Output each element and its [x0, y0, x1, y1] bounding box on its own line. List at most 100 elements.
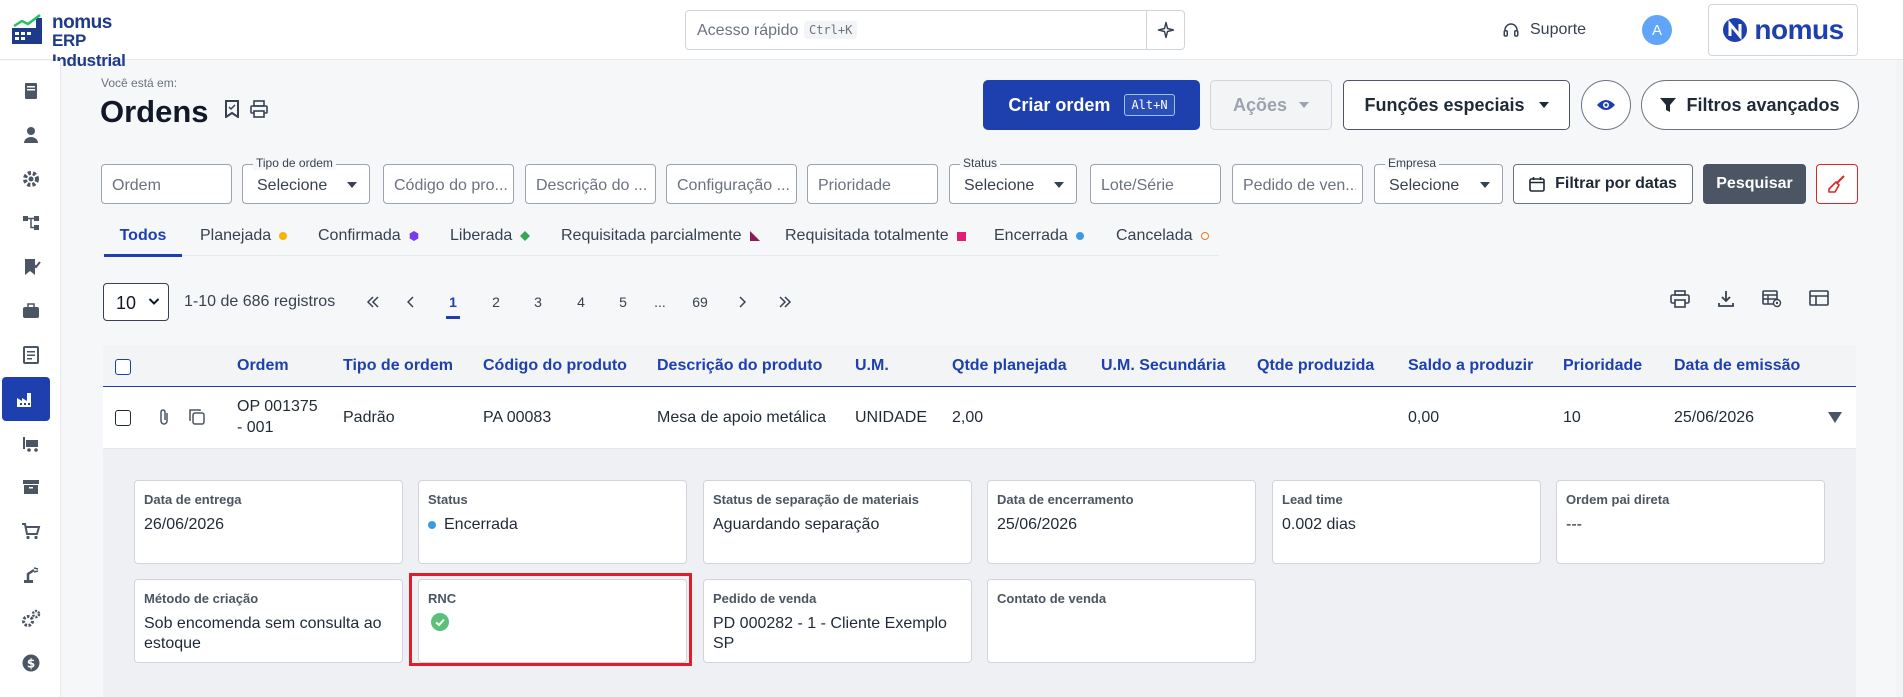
tab-cancelada[interactable]: Cancelada [1116, 216, 1209, 256]
sidebar-item-briefcase[interactable] [0, 289, 61, 333]
page-4[interactable]: 4 [566, 282, 596, 322]
briefcase-icon [22, 303, 39, 318]
print-icon[interactable] [250, 100, 268, 118]
download-icon[interactable] [1717, 290, 1735, 308]
next-page-button[interactable] [727, 282, 757, 322]
sidebar-item-logistics[interactable] [0, 421, 61, 465]
company-select[interactable]: Empresa Selecione [1374, 156, 1503, 204]
col-codigo-do-produto[interactable]: Código do produto [483, 357, 627, 375]
tab-planejada[interactable]: Planejada [200, 216, 288, 256]
sidebar-item-production[interactable] [2, 377, 50, 421]
sidebar-item-purchases[interactable] [0, 509, 61, 553]
configuration-input[interactable]: Configuração ... [666, 164, 797, 204]
caret-down-icon [347, 182, 357, 188]
paperclip-icon[interactable] [158, 408, 170, 426]
company-label: Empresa [1385, 156, 1440, 170]
nomus-logo[interactable]: nomus ERP Industrial [12, 10, 162, 70]
gear-icon [22, 171, 39, 187]
col-tipo-de-ordem[interactable]: Tipo de ordem [343, 357, 453, 375]
filter-by-dates-button[interactable]: Filtrar por datas [1513, 164, 1693, 204]
copy-icon[interactable] [188, 408, 206, 426]
tab-todos[interactable]: Todos [104, 216, 182, 257]
document-icon [22, 346, 39, 364]
view-toggle-button[interactable] [1581, 80, 1631, 130]
sidebar-item-engineering[interactable] [0, 553, 61, 597]
support-link[interactable]: Suporte [1502, 19, 1586, 41]
col-saldo-a-produzir[interactable]: Saldo a produzir [1408, 357, 1533, 375]
sidebar-item-user[interactable] [0, 113, 61, 157]
sidebar: $ [0, 61, 61, 697]
select-all-checkbox[interactable] [115, 359, 131, 375]
sidebar-item-finance[interactable]: $ [0, 641, 61, 685]
col-descricao-do-produto[interactable]: Descrição do produto [657, 357, 822, 375]
last-page-button[interactable] [770, 282, 800, 322]
actions-dropdown-button[interactable]: Ações [1210, 80, 1332, 130]
product-code-input[interactable]: Código do pro... [383, 164, 514, 204]
tab-requisitada-totalmente[interactable]: Requisitada totalmente [785, 216, 966, 256]
col-qtde-produzida[interactable]: Qtde produzida [1257, 357, 1374, 375]
sidebar-item-inventory[interactable] [0, 465, 61, 509]
ai-sparkle-button[interactable] [1146, 11, 1184, 49]
create-order-button[interactable]: Criar ordem Alt+N [983, 80, 1200, 130]
first-page-button[interactable] [358, 282, 388, 322]
priority-input[interactable]: Prioridade [807, 164, 938, 204]
page-69[interactable]: 69 [685, 282, 715, 322]
col-um-secundaria[interactable]: U.M. Secundária [1101, 357, 1225, 375]
row-checkbox[interactable] [115, 410, 131, 426]
print-icon[interactable] [1670, 290, 1690, 308]
card-label: Data de encerramento [997, 492, 1134, 507]
col-prioridade[interactable]: Prioridade [1563, 357, 1642, 375]
col-qtde-planejada[interactable]: Qtde planejada [952, 357, 1067, 375]
sales-order-input[interactable]: Pedido de ven... [1232, 164, 1363, 204]
page-3[interactable]: 3 [523, 282, 553, 322]
sidebar-item-settings[interactable] [0, 157, 61, 201]
card-label: Data de entrega [144, 492, 242, 507]
cell-ordem-1: OP 001375 [237, 398, 318, 415]
col-ordem[interactable]: Ordem [237, 357, 289, 375]
caret-down-icon[interactable] [1828, 412, 1842, 423]
bookmark-icon[interactable] [224, 100, 240, 118]
confirmed-hexagon-icon [409, 231, 419, 241]
gears-icon [21, 609, 40, 627]
previous-page-button[interactable] [396, 282, 426, 322]
sidebar-item-reports[interactable] [0, 333, 61, 377]
card-pedido-venda: Pedido de venda PD 000282 - 1 - Cliente … [703, 579, 972, 663]
sidebar-item-system[interactable] [0, 597, 61, 641]
quick-access-input[interactable]: Acesso rápido Ctrl+K [685, 10, 1185, 50]
forklift-icon [22, 437, 38, 452]
col-data-de-emissao[interactable]: Data de emissão [1674, 357, 1800, 375]
tab-confirmada[interactable]: Confirmada [318, 216, 419, 256]
search-button[interactable]: Pesquisar [1703, 164, 1806, 204]
page-size-select[interactable]: 10 [103, 283, 169, 321]
user-avatar[interactable]: A [1642, 15, 1672, 45]
calendar-icon [1529, 177, 1545, 192]
card-label: Método de criação [144, 591, 259, 606]
col-um[interactable]: U.M. [855, 357, 889, 375]
product-description-input[interactable]: Descrição do ... [525, 164, 656, 204]
clear-filters-button[interactable] [1816, 164, 1858, 204]
page-2[interactable]: 2 [481, 282, 511, 322]
page-1[interactable]: 1 [438, 282, 468, 322]
status-select[interactable]: Status Selecione [949, 156, 1077, 204]
order-type-select[interactable]: Tipo de ordem Selecione [242, 156, 370, 204]
sidebar-item-quality[interactable] [0, 245, 61, 289]
sidebar-item-structure[interactable] [0, 201, 61, 245]
special-functions-button[interactable]: Funções especiais [1343, 80, 1570, 130]
lot-serial-input[interactable]: Lote/Série [1090, 164, 1221, 204]
page-scrollbar[interactable] [1896, 61, 1903, 697]
tab-label: Encerrada [994, 227, 1068, 244]
sidebar-item-book[interactable] [0, 69, 61, 113]
page-5[interactable]: 5 [608, 282, 638, 322]
caret-down-icon [1480, 182, 1490, 188]
advanced-filters-button[interactable]: Filtros avançados [1641, 80, 1859, 130]
table-row[interactable]: OP 001375 - 001 Padrão PA 00083 Mesa de … [103, 387, 1856, 449]
tab-liberada[interactable]: Liberada [450, 216, 531, 256]
tab-requisitada-parcialmente[interactable]: Requisitada parcialmente [561, 216, 760, 256]
book-icon [24, 83, 37, 99]
tab-encerrada[interactable]: Encerrada [994, 216, 1084, 256]
order-filter-input[interactable]: Ordem [101, 164, 232, 204]
card-value: Encerrada [428, 515, 678, 535]
table-view-icon[interactable] [1762, 290, 1782, 308]
closed-status-icon [428, 521, 436, 529]
columns-icon[interactable] [1809, 290, 1829, 306]
